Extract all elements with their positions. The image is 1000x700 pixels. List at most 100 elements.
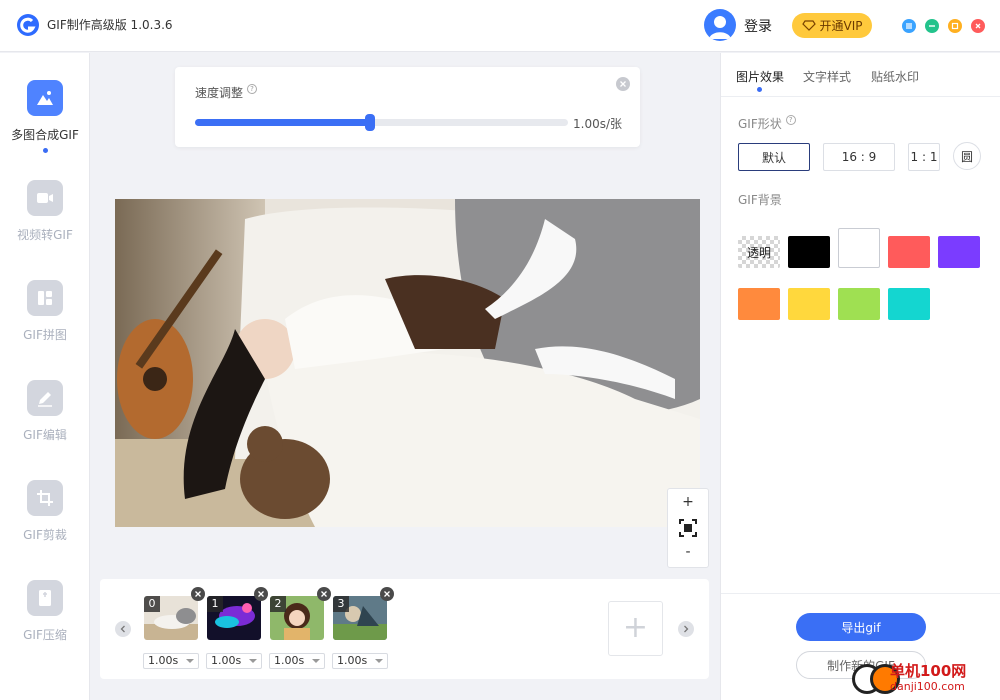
sidebar-item-label: GIF编辑 (23, 428, 67, 442)
site-watermark: 单机100网 danji100.com (850, 658, 1000, 700)
crop-icon (27, 480, 63, 516)
speed-panel: 速度调整? 1.00s/张 (175, 67, 640, 147)
bg-color-swatch[interactable] (938, 236, 980, 268)
add-frame-button[interactable]: + (608, 601, 663, 656)
video-icon (27, 180, 63, 216)
properties-panel: 图片效果 文字样式 贴纸水印 GIF形状? 默认 16 : 9 1 : 1 圆 … (720, 53, 1000, 700)
help-icon[interactable]: ? (247, 84, 258, 94)
minimize-button[interactable] (925, 19, 939, 33)
frame-duration-select[interactable]: 1.00s (269, 653, 325, 669)
shape-default-button[interactable]: 默认 (738, 143, 810, 171)
frame-duration-value: 1.00s (148, 654, 179, 667)
title-bar: GIF制作高级版 1.0.3.6 登录 开通VIP (0, 0, 1000, 52)
tab-image-effects[interactable]: 图片效果 (736, 68, 784, 85)
shape-16-9-button[interactable]: 16 : 9 (823, 143, 895, 171)
sidebar: 多图合成GIF 视频转GIF GIF拼图 GIF编辑 GIF剪裁 GIF压缩 (0, 53, 90, 700)
delete-frame-button[interactable] (254, 587, 268, 601)
tab-divider (721, 96, 1000, 97)
sidebar-item-multi-image-gif[interactable]: 多图合成GIF (0, 80, 90, 160)
close-icon (258, 591, 264, 597)
frame-thumbnail[interactable]: 1 (207, 596, 261, 640)
frame-index: 1 (207, 596, 223, 612)
sidebar-item-label: GIF剪裁 (23, 528, 67, 542)
app-title: GIF制作高级版 1.0.3.6 (47, 18, 173, 32)
sidebar-item-gif-crop[interactable]: GIF剪裁 (0, 480, 90, 560)
sidebar-item-gif-compress[interactable]: GIF压缩 (0, 580, 90, 660)
sidebar-item-gif-puzzle[interactable]: GIF拼图 (0, 280, 90, 360)
speed-slider[interactable] (195, 114, 568, 131)
chevron-right-icon (684, 625, 689, 633)
frame-index: 3 (333, 596, 349, 612)
watermark-title: 单机100网 (890, 662, 967, 680)
chevron-down-icon (186, 659, 194, 663)
sidebar-item-label: GIF压缩 (23, 628, 67, 642)
frame-duration-value: 1.00s (337, 654, 368, 667)
frame-duration-select[interactable]: 1.00s (332, 653, 388, 669)
bg-color-swatch[interactable] (838, 228, 880, 268)
scroll-left-button[interactable] (115, 621, 131, 637)
bg-transparent-swatch[interactable]: 透明 (738, 236, 780, 268)
speed-slider-thumb[interactable] (365, 114, 376, 131)
bg-color-swatch[interactable] (888, 236, 930, 268)
shape-1-1-button[interactable]: 1 : 1 (908, 143, 940, 171)
shape-circle-button[interactable]: 圆 (953, 142, 981, 170)
close-icon (975, 23, 981, 29)
puzzle-icon (27, 280, 63, 316)
frame-thumbnail[interactable]: 0 (144, 596, 198, 640)
images-icon (27, 80, 63, 116)
zoom-out-button[interactable]: - (668, 544, 708, 560)
fit-screen-icon (679, 519, 697, 537)
bg-color-swatch[interactable] (738, 288, 780, 320)
zoom-in-button[interactable]: + (668, 494, 708, 510)
delete-frame-button[interactable] (317, 587, 331, 601)
delete-frame-button[interactable] (380, 587, 394, 601)
tab-text-style[interactable]: 文字样式 (803, 68, 851, 85)
panel-divider (721, 593, 1000, 594)
sidebar-item-gif-edit[interactable]: GIF编辑 (0, 380, 90, 460)
tab-sticker-watermark[interactable]: 贴纸水印 (871, 68, 919, 85)
sidebar-item-label: 多图合成GIF (11, 128, 79, 142)
bg-color-swatch[interactable] (838, 288, 880, 320)
frame-thumbnail[interactable]: 2 (270, 596, 324, 640)
help-icon[interactable]: ? (785, 115, 796, 125)
scroll-right-button[interactable] (678, 621, 694, 637)
export-gif-button[interactable]: 导出gif (796, 613, 926, 641)
frame-duration-value: 1.00s (274, 654, 305, 667)
gif-shape-label: GIF形状 (738, 117, 782, 131)
chevron-left-icon (120, 625, 125, 633)
login-link[interactable]: 登录 (744, 16, 772, 36)
speed-label-row: 速度调整? (195, 84, 258, 101)
frame-duration-select[interactable]: 1.00s (143, 653, 199, 669)
speed-slider-fill (195, 119, 371, 126)
bg-color-swatch[interactable] (788, 236, 830, 268)
diamond-icon (801, 20, 816, 31)
gif-background-label: GIF背景 (738, 193, 782, 207)
frame-duration-value: 1.00s (211, 654, 242, 667)
vip-label: 开通VIP (819, 19, 863, 33)
chevron-down-icon (375, 659, 383, 663)
active-tab-indicator (757, 87, 762, 92)
frame-index: 0 (144, 596, 160, 612)
menu-window-button[interactable] (902, 19, 916, 33)
fit-screen-button[interactable] (668, 519, 708, 541)
vip-button[interactable]: 开通VIP (792, 13, 872, 38)
frame-strip: 0 1.00s 1 1.00s 2 1.00s 3 1.00s + (100, 579, 709, 679)
frame-duration-select[interactable]: 1.00s (206, 653, 262, 669)
close-icon (384, 591, 390, 597)
close-window-button[interactable] (971, 19, 985, 33)
bg-color-swatch[interactable] (788, 288, 830, 320)
menu-icon (906, 23, 912, 29)
sidebar-item-video-to-gif[interactable]: 视频转GIF (0, 180, 90, 260)
user-avatar-icon[interactable] (704, 9, 736, 41)
sidebar-item-label: 视频转GIF (17, 228, 73, 242)
minimize-icon (929, 25, 935, 27)
maximize-button[interactable] (948, 19, 962, 33)
speed-label: 速度调整 (195, 86, 244, 100)
speed-value: 1.00s/张 (573, 117, 623, 131)
zoom-controls: + - (667, 488, 709, 568)
close-speed-panel-button[interactable] (616, 77, 630, 91)
frame-thumbnail[interactable]: 3 (333, 596, 387, 640)
delete-frame-button[interactable] (191, 587, 205, 601)
sidebar-item-label: GIF拼图 (23, 328, 67, 342)
bg-color-swatch[interactable] (888, 288, 930, 320)
